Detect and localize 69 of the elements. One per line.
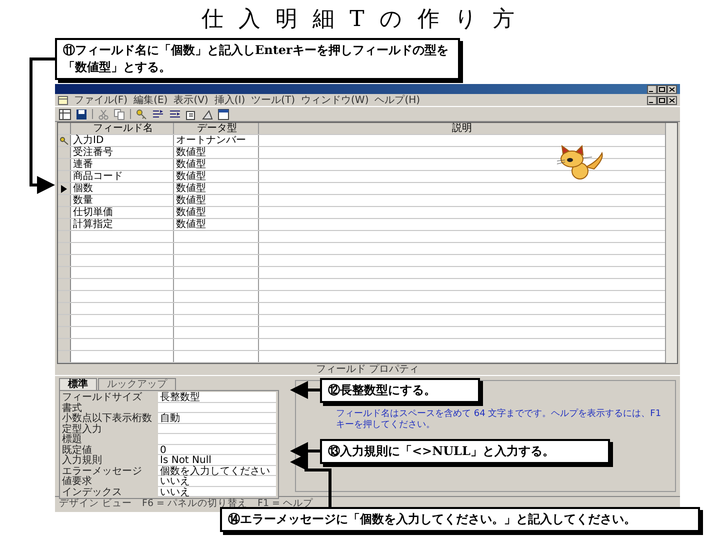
property-value-field[interactable] (158, 434, 276, 444)
slide-title: 仕 入 明 細 T の 作 り 方 (202, 6, 518, 34)
table-icon (58, 96, 68, 104)
menu-item[interactable]: ウィンドウ(W) (301, 94, 369, 106)
menu-item[interactable]: 編集(E) (134, 94, 168, 106)
design-view-icon[interactable] (59, 108, 71, 120)
vertical-scrollbar[interactable] (665, 123, 677, 363)
field-name-cell: 入力ID (71, 135, 174, 146)
arrow (290, 381, 320, 399)
property-label: 定型入力 (62, 424, 103, 434)
property-value-field[interactable]: いいえ (158, 476, 276, 486)
property-label: インデックス (62, 486, 123, 497)
delete-rows-icon[interactable] (169, 108, 181, 120)
cat-drawing (556, 145, 606, 181)
field-name-cell: 個数 (71, 183, 174, 194)
property-value-field[interactable]: いいえ (158, 486, 276, 497)
field-name-cell: 受注番号 (71, 147, 174, 158)
tab[interactable]: ルックアップ (98, 378, 176, 390)
database-window-icon[interactable] (218, 108, 229, 120)
data-type-cell: 数値型 (174, 195, 259, 206)
property-label: 既定値 (62, 444, 92, 455)
property-value-field[interactable] (158, 402, 276, 413)
property-label: 標題 (62, 434, 82, 444)
property-label: 入力規則 (62, 455, 103, 466)
copy-icon[interactable] (114, 108, 125, 120)
row-pointer-icon (61, 184, 67, 192)
scissors-icon[interactable] (98, 108, 109, 120)
menu-item[interactable]: ファイル(F) (74, 94, 128, 106)
data-type-cell: オートナンバー (174, 135, 259, 146)
property-value-field[interactable]: 自動 (158, 413, 276, 424)
property-value-field[interactable]: 個数を入力してください (158, 466, 276, 476)
window-controls-icon[interactable] (647, 96, 677, 104)
field-name-cell: 連番 (71, 159, 174, 170)
callout-text: ⑬入力規則に「<>NULL」と入力する。 (320, 439, 610, 464)
key-icon[interactable] (136, 108, 147, 120)
data-type-cell: 数値型 (174, 159, 259, 170)
property-label: フィールドサイズ (62, 392, 143, 402)
property-label: エラーメッセージ (62, 466, 143, 476)
callout-text: ⑫長整数型にする。 (320, 378, 480, 403)
key-icon (60, 136, 68, 144)
properties-icon[interactable] (186, 108, 197, 120)
insert-rows-icon[interactable] (152, 108, 164, 120)
menu-item[interactable]: ヘルプ(H) (374, 94, 420, 106)
menu-item[interactable]: 挿入(I) (214, 94, 246, 106)
property-label: 小数点以下表示桁数 (62, 413, 153, 424)
field-name-cell: 計算指定 (71, 219, 174, 230)
data-type-cell: 数値型 (174, 147, 259, 158)
panel-label: フィールド プロパティ (316, 364, 420, 375)
property-value-field[interactable]: Is Not Null (158, 455, 276, 466)
property-value-field[interactable] (158, 424, 276, 434)
callout-text: ⑪フィールド名に「個数」と記入しEnterキーを押しフィールドの型を「数値型」とする。 (55, 38, 460, 80)
data-type-cell: 数値型 (174, 219, 259, 230)
field-name-cell: 商品コード (71, 171, 174, 182)
property-label: 書式 (62, 402, 82, 413)
menu-item[interactable]: ツール(T) (251, 94, 296, 106)
callout-text: ⑭エラーメッセージに「個数を入力してください。」と記入してください。 (220, 507, 700, 532)
data-type-cell: 数値型 (174, 207, 259, 218)
row-selector[interactable] (58, 183, 71, 194)
menu-item[interactable]: 表示(V) (174, 94, 208, 106)
property-value-field[interactable]: 0 (158, 444, 276, 455)
data-type-cell: 数値型 (174, 183, 259, 194)
help-text: フィールド名はスペースを含めて 64 文字までです。ヘルプを表示するには、F1 キーを押してください。 (336, 409, 662, 431)
field-name-cell: 数量 (71, 195, 174, 206)
field-name-cell: 仕切単価 (71, 207, 174, 218)
data-type-cell: 数値型 (174, 171, 259, 182)
property-label: 値要求 (62, 476, 93, 486)
tab[interactable]: 標準 (59, 378, 97, 390)
property-value-field[interactable]: 長整数型 (158, 392, 276, 402)
window-controls-icon[interactable] (647, 84, 677, 94)
